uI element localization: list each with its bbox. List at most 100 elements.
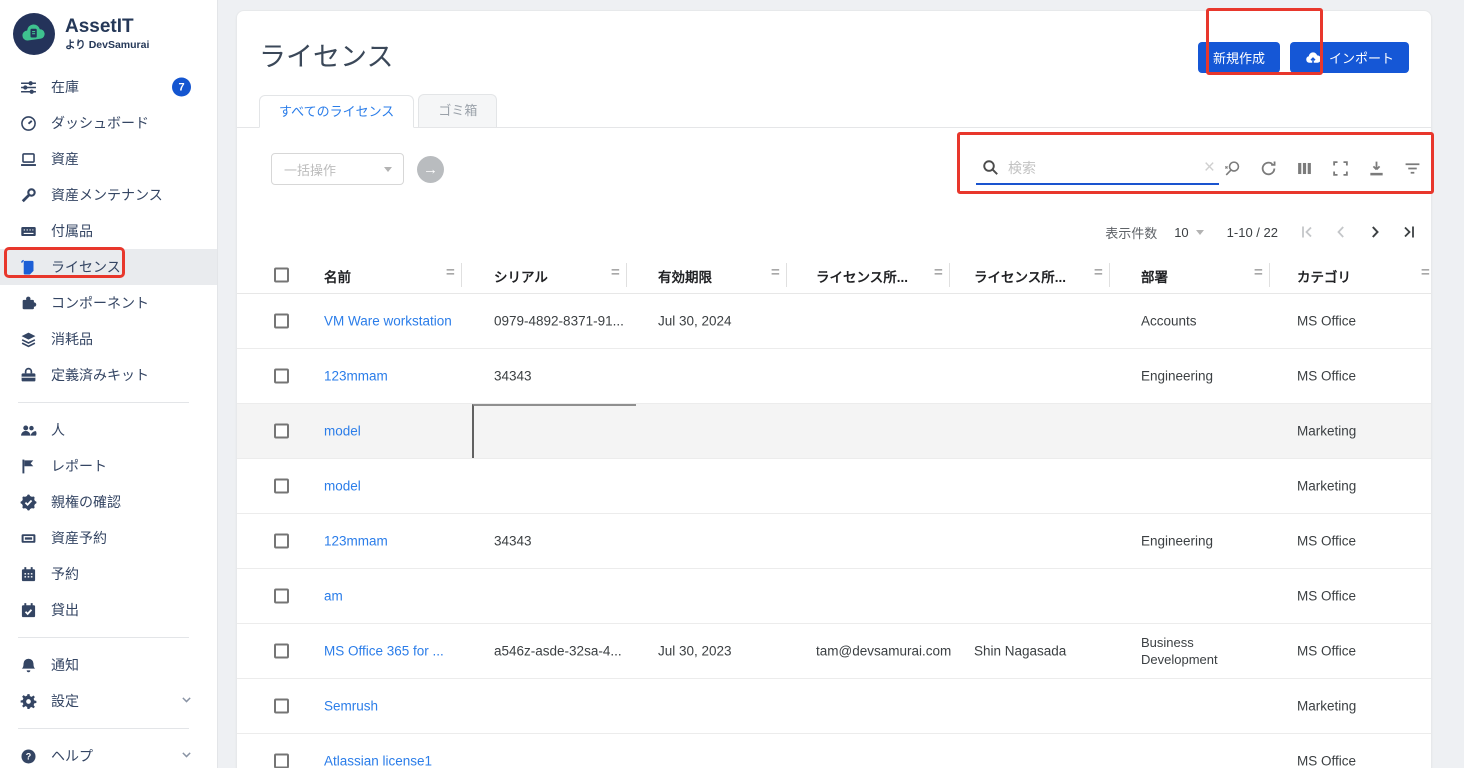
bulk-action-go-button[interactable]: → <box>417 156 444 183</box>
row-checkbox[interactable] <box>274 644 289 659</box>
sidebar-item-components[interactable]: コンポーネント <box>0 285 217 321</box>
select-all-checkbox[interactable] <box>274 268 289 283</box>
column-header[interactable]: カテゴリ <box>1297 266 1351 286</box>
refresh-icon[interactable] <box>1260 160 1277 177</box>
table-row[interactable]: Atlassian license1 MS Office <box>237 734 1431 768</box>
column-menu-icon[interactable]: = <box>1421 264 1430 281</box>
column-menu-icon[interactable]: = <box>771 264 780 281</box>
column-separator[interactable] <box>949 263 950 287</box>
row-checkbox[interactable] <box>274 369 289 384</box>
license-name-link[interactable]: Atlassian license1 <box>324 754 432 768</box>
page-size-select[interactable]: 10 <box>1174 225 1203 240</box>
license-name-link[interactable]: VM Ware workstation <box>324 314 452 329</box>
chevron-down-icon[interactable] <box>180 693 193 709</box>
columns-icon[interactable] <box>1296 160 1313 177</box>
column-menu-icon[interactable]: = <box>611 264 620 281</box>
calendar-icon <box>19 566 37 583</box>
table-row[interactable]: MS Office 365 for ...a546z-asde-32sa-4..… <box>237 624 1431 679</box>
column-separator[interactable] <box>626 263 627 287</box>
bulk-action-select[interactable]: 一括操作 <box>271 153 404 185</box>
column-menu-icon[interactable]: = <box>1254 264 1263 281</box>
table-row[interactable]: 123mmam34343EngineeringMS Office <box>237 349 1431 404</box>
column-separator[interactable] <box>786 263 787 287</box>
column-separator[interactable] <box>1269 263 1270 287</box>
sidebar-item-asset-maintenance[interactable]: 資産メンテナンス <box>0 177 217 213</box>
column-header[interactable]: 部署 <box>1141 266 1168 286</box>
column-header[interactable]: ライセンス所... <box>974 266 1066 286</box>
cell-email: tam@devsamurai.com <box>816 644 968 659</box>
chevron-down-icon[interactable] <box>180 748 193 764</box>
download-icon[interactable] <box>1368 160 1385 177</box>
sidebar-item-label: 通知 <box>51 655 79 675</box>
sidebar-item-predefined-kits[interactable]: 定義済みキット <box>0 357 217 393</box>
cell-name: 123mmam <box>324 534 469 549</box>
cell-category: MS Office <box>1297 754 1427 768</box>
license-name-link[interactable]: 123mmam <box>324 369 388 384</box>
fullscreen-icon[interactable] <box>1332 160 1349 177</box>
sidebar-item-label: 付属品 <box>51 221 93 241</box>
sidebar-item-asset-reservation[interactable]: 資産予約 <box>0 520 217 556</box>
row-checkbox[interactable] <box>274 479 289 494</box>
sidebar-item-consumables[interactable]: 消耗品 <box>0 321 217 357</box>
table-row[interactable]: 123mmam34343EngineeringMS Office <box>237 514 1431 569</box>
column-separator[interactable] <box>1109 263 1110 287</box>
sidebar-item-checkout[interactable]: 貸出 <box>0 592 217 628</box>
column-header[interactable]: シリアル <box>494 266 548 286</box>
sidebar-item-label: 設定 <box>51 691 79 711</box>
table-row[interactable]: SemrushMarketing <box>237 679 1431 734</box>
sidebar-item-reservation[interactable]: 予約 <box>0 556 217 592</box>
table-row[interactable]: modelMarketing <box>237 404 1431 459</box>
sidebar-item-help[interactable]: ?ヘルプ <box>0 738 217 768</box>
tab-all-licenses[interactable]: すべてのライセンス <box>259 95 414 128</box>
row-checkbox[interactable] <box>274 314 289 329</box>
sidebar-item-assets[interactable]: 資産 <box>0 141 217 177</box>
column-header[interactable]: ライセンス所... <box>816 266 908 286</box>
prev-page-icon <box>1333 224 1349 240</box>
clear-search-icon[interactable]: × <box>1204 158 1215 177</box>
column-header[interactable]: 名前 <box>324 266 351 286</box>
app-logo-text: AssetIT より DevSamurai <box>65 16 149 52</box>
pagination-range: 1-10 / 22 <box>1227 225 1278 240</box>
tab-trash[interactable]: ゴミ箱 <box>418 94 497 127</box>
advanced-search-icon[interactable] <box>1224 160 1241 177</box>
table-row[interactable]: amMS Office <box>237 569 1431 624</box>
cell-name: model <box>324 424 469 439</box>
row-checkbox[interactable] <box>274 424 289 439</box>
row-checkbox[interactable] <box>274 699 289 714</box>
sidebar-item-audit-check[interactable]: 親権の確認 <box>0 484 217 520</box>
license-name-link[interactable]: 123mmam <box>324 534 388 549</box>
table-row[interactable]: modelMarketing <box>237 459 1431 514</box>
sidebar-item-licenses[interactable]: ライセンス <box>0 249 217 285</box>
column-menu-icon[interactable]: = <box>934 264 943 281</box>
license-name-link[interactable]: MS Office 365 for ... <box>324 644 444 659</box>
sidebar-item-people[interactable]: 人 <box>0 412 217 448</box>
sidebar-item-reports[interactable]: レポート <box>0 448 217 484</box>
focused-cell-outline <box>472 404 636 458</box>
sidebar-item-settings[interactable]: 設定 <box>0 683 217 719</box>
license-name-link[interactable]: model <box>324 479 361 494</box>
last-page-icon[interactable] <box>1401 224 1417 240</box>
ticket-icon <box>19 530 37 547</box>
row-checkbox[interactable] <box>274 754 289 768</box>
column-separator[interactable] <box>461 263 462 287</box>
column-header[interactable]: 有効期限 <box>658 266 712 286</box>
import-button[interactable]: インポート <box>1290 42 1409 73</box>
app-logo[interactable]: AssetIT より DevSamurai <box>0 0 217 65</box>
row-checkbox[interactable] <box>274 534 289 549</box>
column-menu-icon[interactable]: = <box>1094 264 1103 281</box>
search-input[interactable] <box>1008 160 1195 176</box>
table-row[interactable]: VM Ware workstation0979-4892-8371-91...J… <box>237 294 1431 349</box>
license-name-link[interactable]: Semrush <box>324 699 378 714</box>
column-menu-icon[interactable]: = <box>446 264 455 281</box>
license-name-link[interactable]: am <box>324 589 343 604</box>
create-button[interactable]: 新規作成 <box>1198 42 1280 73</box>
row-checkbox[interactable] <box>274 589 289 604</box>
sidebar-item-stock[interactable]: 在庫7 <box>0 69 217 105</box>
license-name-link[interactable]: model <box>324 424 361 439</box>
filter-icon[interactable] <box>1404 160 1421 177</box>
sidebar-item-accessories[interactable]: 付属品 <box>0 213 217 249</box>
sidebar-item-notifications[interactable]: 通知 <box>0 647 217 683</box>
sidebar-item-dashboard[interactable]: ダッシュボード <box>0 105 217 141</box>
next-page-icon[interactable] <box>1367 224 1383 240</box>
cell-category: MS Office <box>1297 369 1427 384</box>
